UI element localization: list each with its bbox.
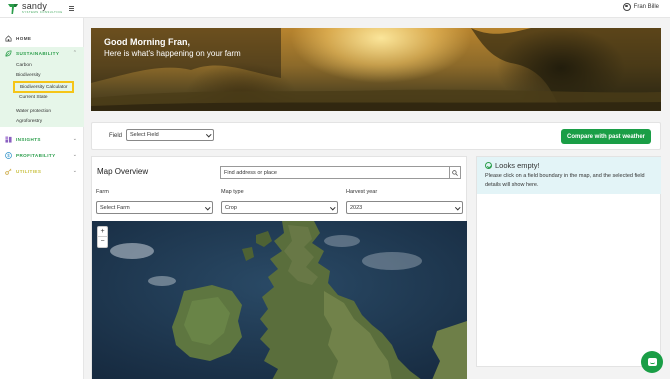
harvest-year-label: Harvest year: [346, 189, 378, 195]
chevron-up-icon: ⌃: [72, 50, 77, 56]
sandy-logo-mark-icon: [8, 3, 18, 14]
insights-icon: [5, 135, 12, 143]
key-icon: [5, 168, 12, 175]
field-selection-card: Field Select Field Compare with past wea…: [91, 122, 661, 150]
map-type-select-value: Crop: [225, 204, 237, 211]
zoom-out-button[interactable]: −: [98, 237, 107, 247]
svg-text:$: $: [7, 152, 10, 157]
map-type-label: Map type: [221, 189, 244, 195]
sidebar-item-home-label: HOME: [16, 35, 32, 41]
chevron-down-icon: [454, 204, 460, 210]
dollar-icon: $: [5, 151, 12, 159]
user-menu[interactable]: Fran Bille: [622, 3, 659, 11]
field-label: Field: [109, 133, 123, 139]
map-search-button[interactable]: [449, 166, 461, 179]
sidebar-item-home[interactable]: HOME: [0, 32, 84, 44]
empty-state-message: Please click on a field boundary in the …: [485, 173, 645, 188]
sidebar-item-insights-label: INSIGHTS: [16, 136, 41, 142]
sidebar-item-current-state[interactable]: Current State: [19, 95, 48, 100]
top-bar: sandy SYSTEMS CONSULTING Fran Bille: [0, 0, 670, 18]
sidebar-item-carbon[interactable]: Carbon: [16, 63, 32, 68]
farm-select-value: Select Farm: [100, 204, 130, 211]
compare-weather-button[interactable]: Compare with past weather: [561, 129, 651, 144]
sidebar-item-biodiversity[interactable]: Biodiversity: [16, 73, 41, 78]
chevron-down-icon: [329, 204, 335, 210]
satellite-map[interactable]: + −: [92, 221, 467, 379]
field-select[interactable]: Select Field: [126, 129, 214, 141]
chevron-down-icon: ⌄: [72, 136, 77, 142]
leaf-icon: [5, 50, 12, 56]
sidebar-item-utilities-label: UTILITIES: [16, 168, 42, 174]
harvest-year-select[interactable]: 2023: [346, 201, 463, 214]
banner-subtitle: Here is what's happening on your farm: [104, 49, 241, 58]
map-zoom-control: + −: [97, 226, 108, 248]
chevron-down-icon: [205, 131, 211, 137]
chat-button[interactable]: [641, 351, 663, 373]
field-select-value: Select Field: [130, 132, 159, 138]
sidebar-item-profitability-label: PROFITABILITY: [16, 152, 56, 158]
map-type-select[interactable]: Crop: [221, 201, 338, 214]
sidebar-item-biodiversity-calculator[interactable]: Biodiversity Calculator: [13, 81, 74, 93]
sustainability-submenu: Carbon Biodiversity Biodiversity Calcula…: [0, 59, 84, 127]
satellite-map-image: [92, 221, 467, 379]
farm-select[interactable]: Select Farm: [96, 201, 213, 214]
map-search-value: Find address or place: [224, 169, 277, 176]
empty-state-title: Looks empty!: [495, 161, 540, 170]
sidebar: HOME SUSTAINABILITY ⌃ Carbon Biodiversit…: [0, 18, 84, 379]
map-overview-card: Map Overview Find address or place Farm …: [91, 156, 467, 379]
harvest-year-select-value: 2023: [350, 204, 363, 211]
empty-state-box: Looks empty! Please click on a field bou…: [477, 157, 661, 194]
farm-label: Farm: [96, 189, 109, 195]
sidebar-item-sustainability[interactable]: SUSTAINABILITY ⌃: [0, 47, 84, 59]
home-icon: [5, 34, 12, 41]
user-circle-icon: [622, 3, 631, 11]
map-search-input[interactable]: Find address or place: [220, 166, 451, 179]
sidebar-item-water-protection[interactable]: Water protection: [16, 109, 51, 114]
sidebar-item-utilities[interactable]: UTILITIES ⌄: [0, 165, 84, 177]
app-logo[interactable]: sandy SYSTEMS CONSULTING: [7, 2, 63, 15]
logo-tagline: SYSTEMS CONSULTING: [22, 11, 63, 15]
sidebar-item-insights[interactable]: INSIGHTS ⌄: [0, 133, 84, 145]
chat-icon: [647, 358, 657, 366]
user-name: Fran Bille: [633, 4, 659, 10]
chevron-down-icon: ⌄: [72, 168, 77, 174]
check-circle-icon: [485, 162, 492, 169]
banner-greeting: Good Morning Fran,: [104, 37, 190, 47]
map-overview-title: Map Overview: [97, 167, 149, 176]
search-icon: [452, 169, 458, 176]
field-details-panel: Looks empty! Please click on a field bou…: [476, 156, 661, 367]
zoom-in-button[interactable]: +: [98, 227, 107, 237]
empty-state-title-row: Looks empty!: [485, 161, 540, 170]
sidebar-item-sustainability-label: SUSTAINABILITY: [16, 50, 60, 56]
logo-word: sandy: [22, 1, 48, 12]
welcome-banner: Good Morning Fran, Here is what's happen…: [91, 28, 661, 111]
sidebar-item-agroforestry[interactable]: Agroforestry: [16, 119, 42, 124]
chevron-down-icon: [204, 204, 210, 210]
hamburger-icon[interactable]: [69, 6, 74, 11]
chevron-down-icon: ⌄: [72, 152, 77, 158]
sidebar-item-profitability[interactable]: $ PROFITABILITY ⌄: [0, 149, 84, 161]
